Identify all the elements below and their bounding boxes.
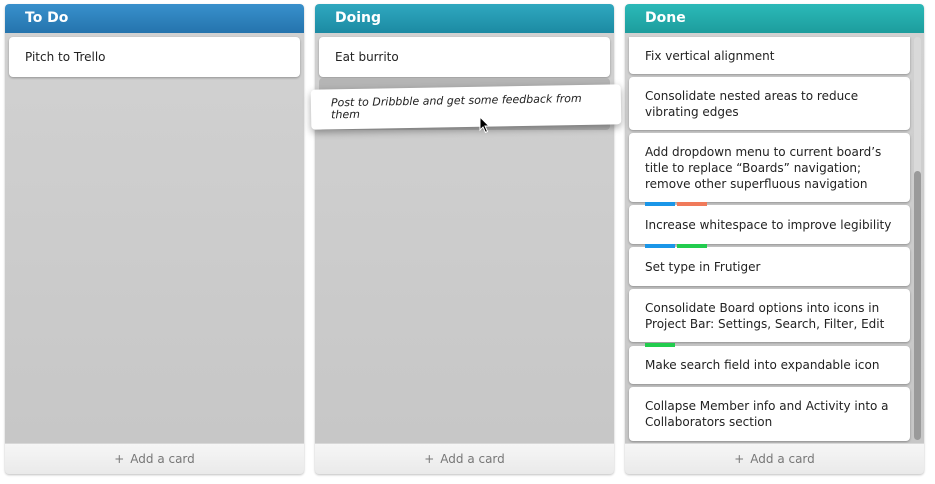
card-text: Increase whitespace to improve legibilit…: [645, 217, 892, 232]
add-card-label: Add a card: [440, 452, 505, 466]
card-fix-vertical-alignment[interactable]: Fix vertical alignment: [629, 37, 910, 74]
label-orange: [677, 202, 707, 206]
card-labels: [645, 202, 707, 206]
plus-icon: +: [734, 452, 745, 466]
card-set-type-frutiger[interactable]: Set type in Frutiger: [629, 244, 910, 286]
label-green: [677, 244, 707, 248]
arrow-cursor-icon: [479, 116, 491, 134]
card-text: Add dropdown menu to current board’s tit…: [645, 144, 882, 191]
list-title[interactable]: Doing: [315, 4, 614, 33]
add-card-label: Add a card: [130, 452, 195, 466]
card-text: Consolidate Board options into icons in …: [645, 300, 885, 331]
list-doing: Doing Eat burrito + Add a card: [315, 4, 614, 474]
card-text: Collapse Member info and Activity into a…: [645, 399, 889, 429]
add-card-button[interactable]: + Add a card: [315, 443, 614, 474]
scrollbar[interactable]: [914, 37, 921, 440]
label-green: [645, 343, 675, 347]
card-consolidate-nested-areas[interactable]: Consolidate nested areas to reduce vibra…: [629, 77, 910, 130]
list-done: Done Fix vertical alignment Consolidate …: [625, 4, 924, 474]
list-body: Fix vertical alignment Consolidate neste…: [625, 33, 924, 444]
card-make-search-field[interactable]: Make search field into expandable icon: [629, 343, 910, 384]
plus-icon: +: [114, 452, 125, 466]
list-body: Pitch to Trello: [5, 33, 304, 444]
label-blue: [645, 244, 675, 248]
list-title[interactable]: To Do: [5, 4, 304, 33]
card-text: Make search field into expandable icon: [645, 358, 880, 372]
list-todo: To Do Pitch to Trello + Add a card: [5, 4, 304, 474]
add-card-label: Add a card: [750, 452, 815, 466]
card-text: Set type in Frutiger: [645, 259, 761, 274]
scrollbar-thumb[interactable]: [914, 171, 921, 440]
card-eat-burrito[interactable]: Eat burrito: [319, 37, 610, 77]
card-text: Post to Dribbble and get some feedback f…: [330, 91, 582, 122]
add-card-button[interactable]: + Add a card: [5, 443, 304, 474]
card-add-dropdown-menu[interactable]: Add dropdown menu to current board’s tit…: [629, 133, 910, 202]
card-text: Pitch to Trello: [25, 50, 106, 64]
dragging-card[interactable]: Post to Dribbble and get some feedback f…: [310, 84, 622, 130]
label-blue: [645, 202, 675, 206]
plus-icon: +: [424, 452, 435, 466]
card-increase-whitespace[interactable]: Increase whitespace to improve legibilit…: [629, 202, 910, 244]
card-pitch-to-trello[interactable]: Pitch to Trello: [9, 37, 300, 77]
card-labels: [645, 343, 675, 347]
card-text: Eat burrito: [335, 50, 399, 64]
card-text: Consolidate nested areas to reduce vibra…: [645, 88, 859, 119]
card-collapse-member-info[interactable]: Collapse Member info and Activity into a…: [629, 387, 910, 441]
list-title[interactable]: Done: [625, 4, 924, 33]
add-card-button[interactable]: + Add a card: [625, 443, 924, 474]
card-labels: [645, 244, 707, 248]
card-consolidate-board-options[interactable]: Consolidate Board options into icons in …: [629, 289, 910, 342]
card-text: Fix vertical alignment: [645, 48, 775, 63]
